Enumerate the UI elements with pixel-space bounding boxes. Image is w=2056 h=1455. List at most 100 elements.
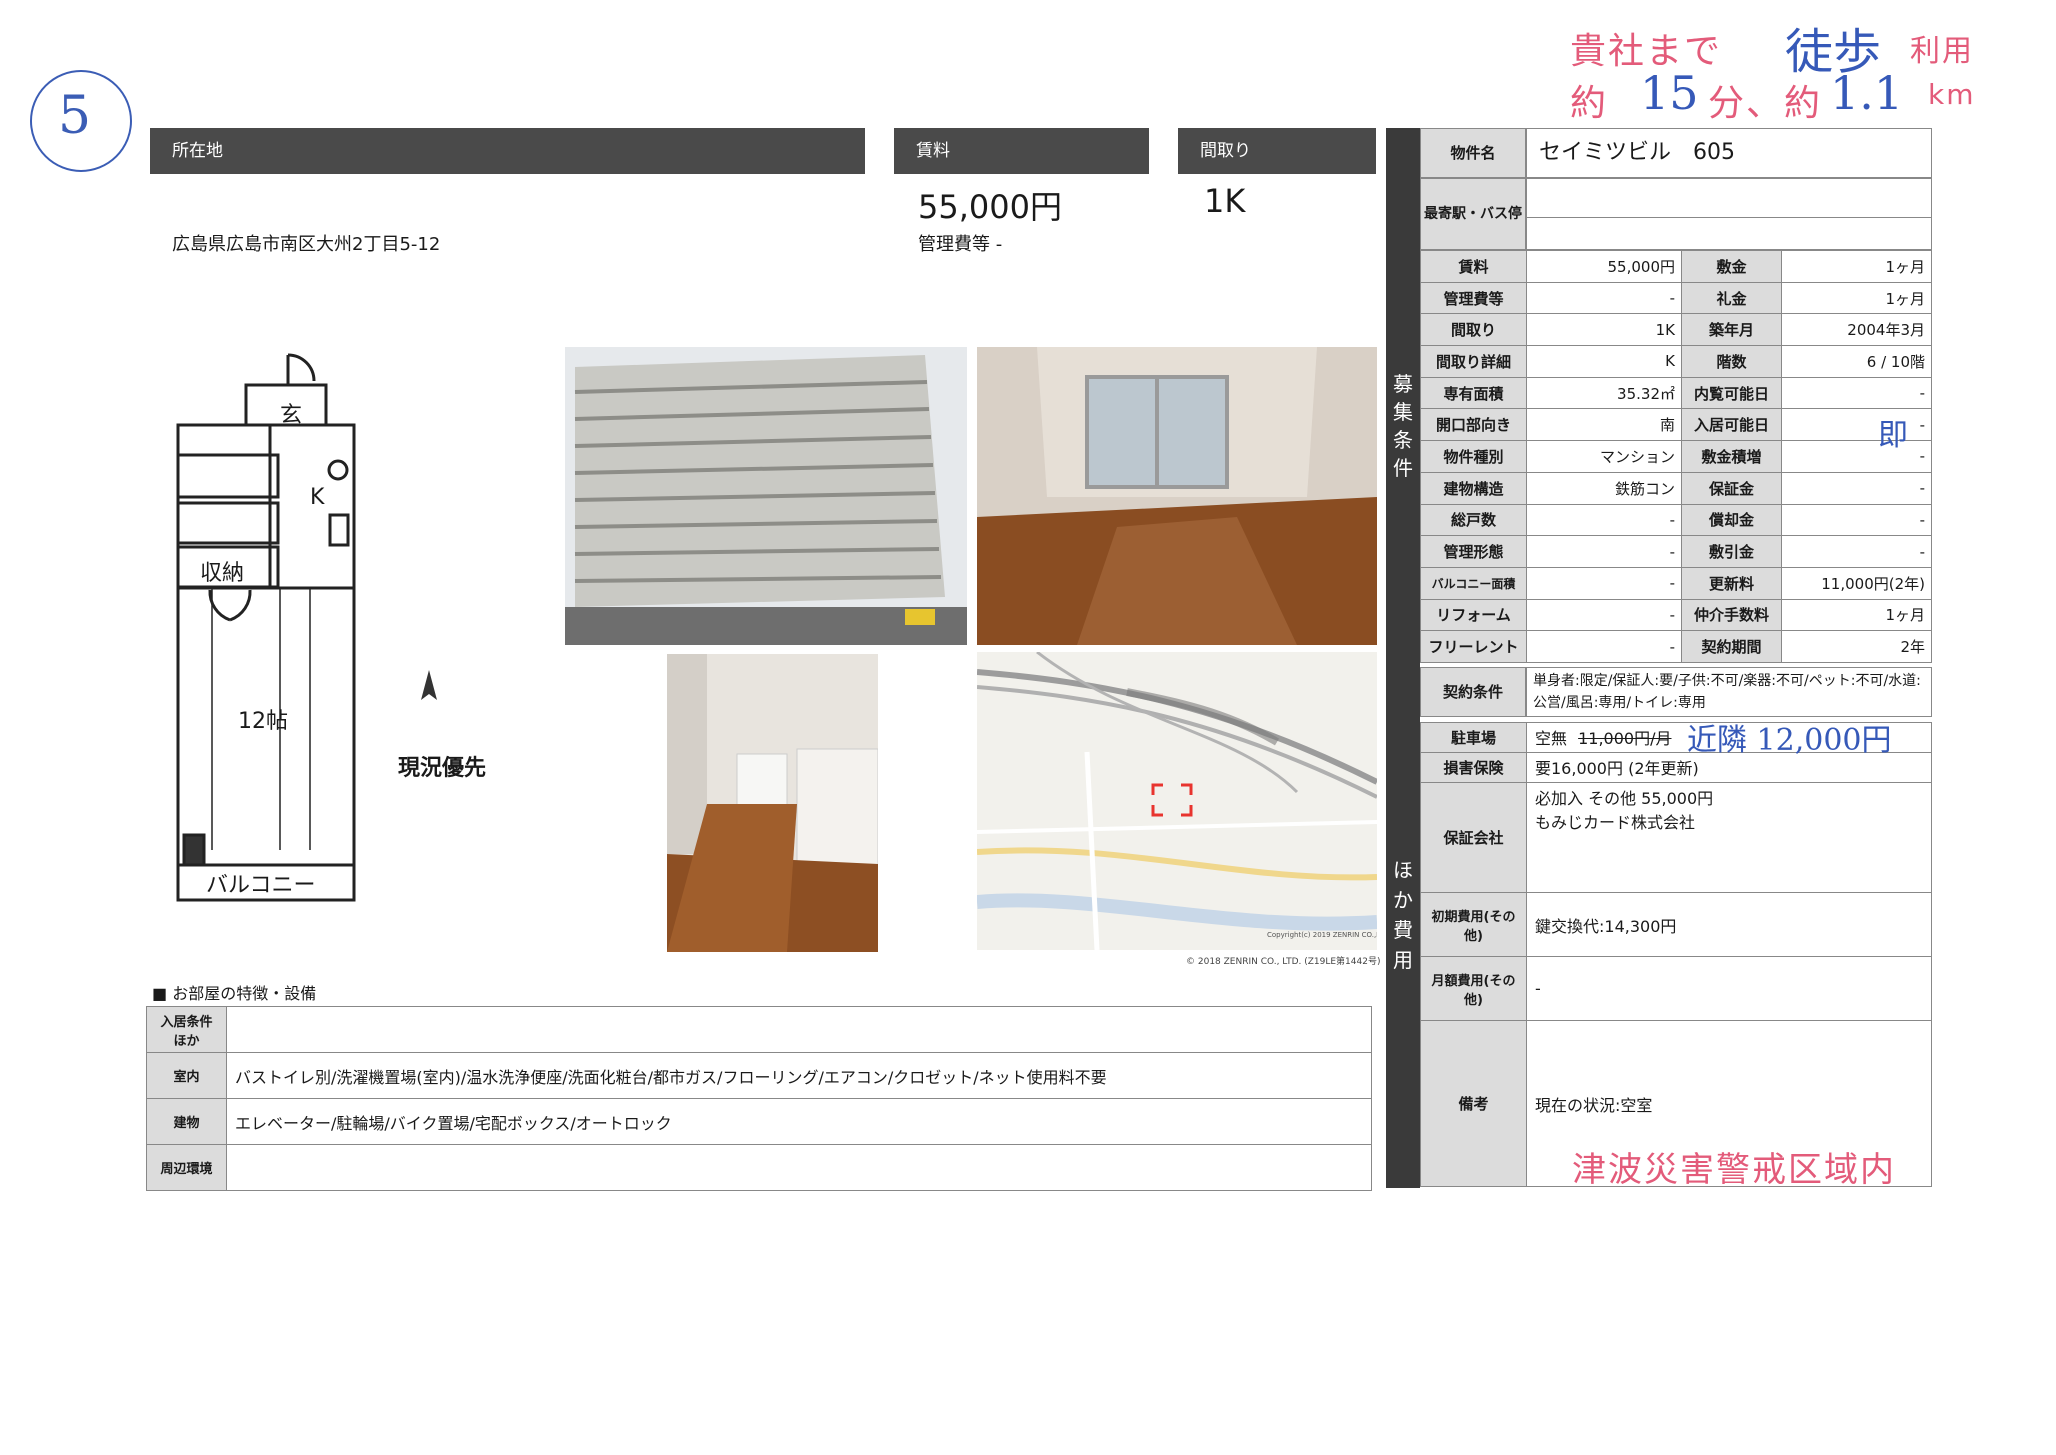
conditions-row: 総戸数 - 償却金 - <box>1420 503 1932 537</box>
conditions-label: 建物構造 <box>1420 471 1527 505</box>
rent-amount: 55,000円 <box>918 188 1062 226</box>
map-copyright-2: © 2018 ZENRIN CO., LTD. (Z19LE第1442号) <box>1186 957 1381 967</box>
conditions-value: - <box>1526 630 1682 663</box>
conditions-value: - <box>1526 598 1682 632</box>
kitchen-photo <box>667 654 878 952</box>
conditions-value-2: 6 / 10階 <box>1781 345 1932 378</box>
conditions-value-2: 1ヶ月 <box>1781 598 1932 632</box>
conditions-label-2: 契約期間 <box>1681 630 1782 663</box>
conditions-sidebar-char: 条 <box>1393 428 1413 452</box>
circled-number-text: 5 <box>58 86 92 146</box>
tsunami-warning-stamp: 津波災害警戒区域内 <box>1572 1150 1896 1190</box>
conditions-label-2: 更新料 <box>1681 566 1782 600</box>
conditions-value-2: - <box>1781 535 1932 568</box>
conditions-row: フリーレント - 契約期間 2年 <box>1420 630 1932 663</box>
conditions-label: 管理形態 <box>1420 535 1527 568</box>
distance-stamp-line2-mid: 分、約 <box>1708 83 1823 124</box>
conditions-label: 開口部向き <box>1420 408 1527 442</box>
floor-plan-balcony: バルコニー <box>206 873 316 898</box>
features-row: 周辺環境 <box>146 1144 1372 1191</box>
conditions-value: 南 <box>1526 408 1682 442</box>
distance-stamp-line2-prefix: 約 <box>1570 83 1609 124</box>
conditions-label: バルコニー面積 <box>1420 566 1527 600</box>
guarantee-line2: もみじカード株式会社 <box>1535 813 1696 832</box>
conditions-label: 専有面積 <box>1420 376 1527 410</box>
conditions-row: 管理形態 - 敷引金 - <box>1420 535 1932 568</box>
header-location: 所在地 <box>150 128 865 174</box>
conditions-value: 55,000円 <box>1526 250 1682 283</box>
conditions-label-2: 内覧可能日 <box>1681 376 1782 410</box>
conditions-sidebar: 募 集 条 件 <box>1392 370 1414 482</box>
layout-type: 1K <box>1204 182 1246 220</box>
features-heading: ■ お部屋の特徴・設備 <box>152 984 317 1003</box>
conditions-label-2: 保証金 <box>1681 471 1782 505</box>
parking-cell: 空無 11,000円/月 近隣 12,000円 <box>1526 722 1932 758</box>
parking-prefix: 空無 <box>1535 729 1568 748</box>
initial-cost: 鍵交換代:14,300円 <box>1526 892 1932 957</box>
conditions-value: - <box>1526 566 1682 600</box>
insurance-label: 損害保険 <box>1420 752 1527 783</box>
guarantee-label: 保証会社 <box>1420 782 1527 893</box>
conditions-label-2: 償却金 <box>1681 503 1782 537</box>
costs-sidebar-char: か <box>1393 888 1413 912</box>
features-row-value: エレベーター/駐輪場/バイク置場/宅配ボックス/オートロック <box>226 1098 1372 1145</box>
conditions-value: 1K <box>1526 313 1682 347</box>
north-arrow-icon <box>419 670 439 708</box>
conditions-row: 管理費等 - 礼金 1ヶ月 <box>1420 281 1932 315</box>
map-copyright-1: Copyright(c) 2019 ZENRIN CO.,LTD. <box>1267 931 1377 939</box>
header-rent: 賃料 <box>894 128 1149 174</box>
features-row: 室内 バストイレ別/洗濯機置場(室内)/温水洗浄便座/洗面化粧台/都市ガス/フロ… <box>146 1052 1372 1099</box>
conditions-table: 賃料 55,000円 敷金 1ヶ月 管理費等 - 礼金 1ヶ月 間取り 1K 築年月 2004年3月間… <box>1420 250 1932 663</box>
conditions-label: 総戸数 <box>1420 503 1527 537</box>
conditions-label: リフォーム <box>1420 598 1527 632</box>
floor-plan-storage: 収納 <box>200 561 245 586</box>
room-interior-photo <box>977 347 1377 645</box>
parking-struck-price: 11,000円/月 <box>1578 729 1672 748</box>
floor-plan-priority-note: 現況優先 <box>398 756 487 781</box>
conditions-row: 間取り 1K 築年月 2004年3月 <box>1420 313 1932 347</box>
conditions-label-2: 入居可能日 <box>1681 408 1782 442</box>
conditions-value-2: 1ヶ月 <box>1781 250 1932 283</box>
conditions-label-2: 敷金積増 <box>1681 440 1782 473</box>
parking-label: 駐車場 <box>1420 722 1527 753</box>
features-row-value: バストイレ別/洗濯機置場(室内)/温水洗浄便座/洗面化粧台/都市ガス/フローリン… <box>226 1052 1372 1099</box>
monthly-cost-label: 月額費用(その他) <box>1420 956 1527 1021</box>
remarks-label: 備考 <box>1420 1020 1527 1187</box>
parking-handwritten: 近隣 12,000円 <box>1687 723 1892 758</box>
header-layout: 間取り <box>1178 128 1376 174</box>
conditions-label-2: 敷引金 <box>1681 535 1782 568</box>
conditions-row: バルコニー面積 - 更新料 11,000円(2年) <box>1420 566 1932 600</box>
costs-table: 駐車場 空無 11,000円/月 近隣 12,000円 損害保険 要16,000… <box>1420 722 1932 1187</box>
conditions-value-2: - <box>1781 408 1932 442</box>
distance-stamp-line1-suffix: 利用 <box>1910 34 1974 69</box>
conditions-value: 鉄筋コン <box>1526 471 1682 505</box>
conditions-label-2: 階数 <box>1681 345 1782 378</box>
floor-plan-drawing <box>176 353 356 902</box>
features-row-label: 室内 <box>146 1052 227 1099</box>
conditions-label: 間取り詳細 <box>1420 345 1527 378</box>
distance-stamp-line2-suffix: km <box>1928 78 1976 111</box>
floor-plan-entrance: 玄 <box>280 403 303 428</box>
address: 広島県広島市南区大州2丁目5-12 <box>172 234 441 255</box>
conditions-value-2: 2004年3月 <box>1781 313 1932 347</box>
conditions-label: 間取り <box>1420 313 1527 347</box>
conditions-sidebar-char: 募 <box>1393 372 1413 396</box>
conditions-value-2: - <box>1781 440 1932 473</box>
contract-conditions: 単身者:限定/保証人:要/子供:不可/楽器:不可/ペット:不可/水道:公営/風呂… <box>1526 667 1932 717</box>
distance-stamp-minutes: 15 <box>1640 66 1699 120</box>
contract-conditions-label: 契約条件 <box>1420 667 1526 717</box>
area-map: Copyright(c) 2019 ZENRIN CO.,LTD. <box>977 652 1377 950</box>
conditions-label-2: 敷金 <box>1681 250 1782 283</box>
floor-plan: 玄 K 収納 12帖 バルコニー <box>170 345 370 905</box>
conditions-row: 間取り詳細 K 階数 6 / 10階 <box>1420 345 1932 378</box>
conditions-value-2: - <box>1781 503 1932 537</box>
conditions-row: 専有面積 35.32㎡ 内覧可能日 - <box>1420 376 1932 410</box>
conditions-value: 35.32㎡ <box>1526 376 1682 410</box>
conditions-row: リフォーム - 仲介手数料 1ヶ月 <box>1420 598 1932 632</box>
costs-sidebar-char: 用 <box>1393 948 1413 972</box>
distance-stamp-km: 1.1 <box>1830 66 1904 120</box>
property-name: セイミツビル 605 <box>1526 128 1932 178</box>
building-exterior-photo <box>565 347 967 645</box>
management-fee: 管理費等 - <box>918 234 1003 255</box>
features-row-value <box>226 1144 1372 1191</box>
